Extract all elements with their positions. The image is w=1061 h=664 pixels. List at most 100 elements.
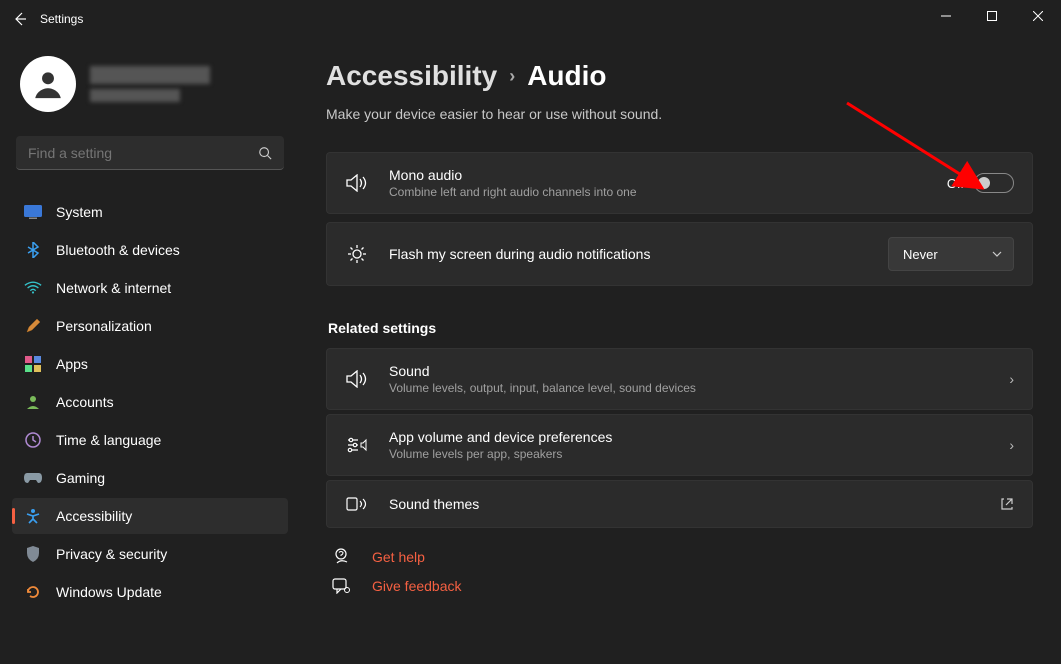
- sidebar-item-bluetooth[interactable]: Bluetooth & devices: [12, 232, 288, 268]
- sidebar-item-label: Bluetooth & devices: [56, 242, 180, 258]
- back-arrow-icon: [12, 11, 28, 27]
- get-help-row: Get help: [326, 548, 1033, 566]
- close-icon: [1033, 11, 1043, 21]
- related-sound-desc: Volume levels, output, input, balance le…: [389, 381, 989, 395]
- accessibility-icon: [24, 507, 42, 525]
- flash-screen-row: Flash my screen during audio notificatio…: [326, 222, 1033, 286]
- page-subtitle: Make your device easier to hear or use w…: [326, 106, 1033, 122]
- sidebar-item-accessibility[interactable]: Accessibility: [12, 498, 288, 534]
- close-button[interactable]: [1015, 0, 1061, 32]
- sidebar-item-gaming[interactable]: Gaming: [12, 460, 288, 496]
- bluetooth-icon: [24, 241, 42, 259]
- related-sound-themes-body: Sound themes: [389, 496, 980, 512]
- flash-screen-body: Flash my screen during audio notificatio…: [389, 246, 868, 262]
- help-icon: [330, 548, 352, 566]
- breadcrumb-parent[interactable]: Accessibility: [326, 60, 497, 92]
- related-sound-body: Sound Volume levels, output, input, bala…: [389, 363, 989, 395]
- apps-icon: [24, 355, 42, 373]
- related-sound-themes-row[interactable]: Sound themes: [326, 480, 1033, 528]
- audio-settings-section: Mono audio Combine left and right audio …: [326, 152, 1033, 290]
- avatar-icon: [31, 67, 65, 101]
- dropdown-value: Never: [903, 247, 938, 262]
- profile-email-redacted: [90, 89, 180, 102]
- titlebar-title: Settings: [40, 12, 83, 26]
- gaming-icon: [24, 469, 42, 487]
- sidebar-item-label: Gaming: [56, 470, 105, 486]
- sidebar-item-accounts[interactable]: Accounts: [12, 384, 288, 420]
- sidebar-item-network[interactable]: Network & internet: [12, 270, 288, 306]
- related-app-volume-body: App volume and device preferences Volume…: [389, 429, 989, 461]
- sidebar-item-system[interactable]: System: [12, 194, 288, 230]
- speaker-icon: [345, 174, 369, 192]
- chevron-right-icon: ›: [509, 66, 515, 87]
- system-icon: [24, 203, 42, 221]
- sidebar-item-label: Privacy & security: [56, 546, 167, 562]
- sidebar-item-label: System: [56, 204, 103, 220]
- back-button[interactable]: [0, 0, 40, 38]
- give-feedback-row: Give feedback: [326, 578, 1033, 594]
- sidebar-item-windows-update[interactable]: Windows Update: [12, 574, 288, 610]
- sidebar-item-time-language[interactable]: Time & language: [12, 422, 288, 458]
- maximize-button[interactable]: [969, 0, 1015, 32]
- sidebar-item-label: Accounts: [56, 394, 114, 410]
- sidebar-item-label: Time & language: [56, 432, 161, 448]
- sidebar-item-label: Accessibility: [56, 508, 132, 524]
- sidebar-item-label: Windows Update: [56, 584, 162, 600]
- profile-text: [90, 66, 210, 102]
- main-content: Accessibility › Audio Make your device e…: [300, 38, 1061, 664]
- related-sound-title: Sound: [389, 363, 989, 379]
- content-area: System Bluetooth & devices Network & int…: [0, 38, 1061, 664]
- clock-icon: [24, 431, 42, 449]
- toggle-state-label: Off: [947, 176, 964, 191]
- sidebar: System Bluetooth & devices Network & int…: [0, 38, 300, 664]
- shield-icon: [24, 545, 42, 563]
- chevron-right-icon: ›: [1009, 437, 1014, 453]
- related-sound-row[interactable]: Sound Volume levels, output, input, bala…: [326, 348, 1033, 410]
- chevron-down-icon: [991, 248, 1003, 260]
- search-icon: [258, 146, 272, 160]
- maximize-icon: [987, 11, 997, 21]
- update-icon: [24, 583, 42, 601]
- sidebar-item-apps[interactable]: Apps: [12, 346, 288, 382]
- toggle-knob: [978, 177, 990, 189]
- mono-audio-body: Mono audio Combine left and right audio …: [389, 167, 927, 199]
- profile-section[interactable]: [12, 56, 288, 124]
- flash-screen-title: Flash my screen during audio notificatio…: [389, 246, 868, 262]
- related-app-volume-desc: Volume levels per app, speakers: [389, 447, 989, 461]
- sound-theme-icon: [345, 495, 369, 513]
- external-link-icon: [1000, 497, 1014, 511]
- nav-list: System Bluetooth & devices Network & int…: [12, 194, 288, 610]
- related-app-volume-title: App volume and device preferences: [389, 429, 989, 445]
- get-help-link[interactable]: Get help: [372, 549, 425, 565]
- flash-screen-dropdown[interactable]: Never: [888, 237, 1014, 271]
- mono-audio-row: Mono audio Combine left and right audio …: [326, 152, 1033, 214]
- mixer-icon: [345, 437, 369, 453]
- mono-audio-toggle-wrap: Off: [947, 173, 1014, 193]
- sidebar-item-privacy[interactable]: Privacy & security: [12, 536, 288, 572]
- minimize-button[interactable]: [923, 0, 969, 32]
- sidebar-item-label: Network & internet: [56, 280, 171, 296]
- person-icon: [24, 393, 42, 411]
- related-app-volume-row[interactable]: App volume and device preferences Volume…: [326, 414, 1033, 476]
- mono-audio-desc: Combine left and right audio channels in…: [389, 185, 927, 199]
- paintbrush-icon: [24, 317, 42, 335]
- search-box[interactable]: [16, 136, 284, 170]
- search-input[interactable]: [28, 145, 258, 161]
- feedback-icon: [330, 578, 352, 594]
- breadcrumb: Accessibility › Audio: [326, 60, 1033, 92]
- brightness-icon: [345, 244, 369, 264]
- chevron-right-icon: ›: [1009, 371, 1014, 387]
- sidebar-item-label: Apps: [56, 356, 88, 372]
- give-feedback-link[interactable]: Give feedback: [372, 578, 462, 594]
- breadcrumb-current: Audio: [527, 60, 606, 92]
- mono-audio-toggle[interactable]: [974, 173, 1014, 193]
- related-sound-themes-title: Sound themes: [389, 496, 980, 512]
- titlebar: Settings: [0, 0, 1061, 38]
- wifi-icon: [24, 279, 42, 297]
- sidebar-item-personalization[interactable]: Personalization: [12, 308, 288, 344]
- speaker-icon: [345, 370, 369, 388]
- profile-name-redacted: [90, 66, 210, 84]
- sidebar-item-label: Personalization: [56, 318, 152, 334]
- avatar: [20, 56, 76, 112]
- window-controls: [923, 0, 1061, 32]
